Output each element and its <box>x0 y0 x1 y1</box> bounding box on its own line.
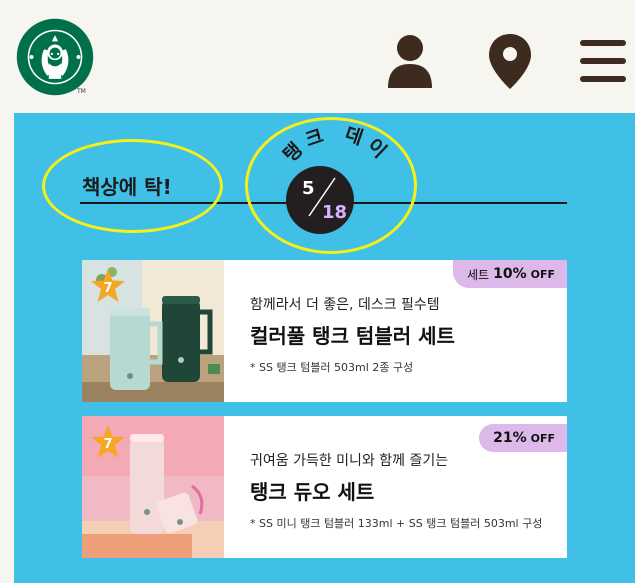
product-card-duo-set[interactable]: 7 21% OFF 귀여움 가득한 미니와 함께 즐기는 탱크 듀오 세트 * … <box>82 416 567 558</box>
trademark-mark: TM <box>77 88 86 95</box>
badge-percent: 10% <box>493 266 527 282</box>
svg-text:7: 7 <box>103 437 112 452</box>
product-info: 함께라서 더 좋은, 데스크 필수템 컬러풀 탱크 텀블러 세트 * SS 탱크… <box>250 294 560 375</box>
product-note: * SS 탱크 텀블러 503ml 2종 구성 <box>250 361 414 374</box>
rank-star-icon: 7 <box>91 269 125 302</box>
discount-badge: 21% OFF <box>479 424 567 452</box>
product-subtitle: 귀여움 가득한 미니와 함께 즐기는 <box>250 453 449 469</box>
product-card-colorful-set[interactable]: 7 세트 10% OFF 함께라서 더 좋은, 데스크 필수템 컬러풀 탱크 텀… <box>82 260 567 402</box>
badge-percent: 21% <box>493 430 527 446</box>
product-title: 탱크 듀오 세트 <box>250 480 375 504</box>
badge-off: OFF <box>530 267 555 281</box>
rank-star-icon: 7 <box>91 425 125 458</box>
discount-badge: 세트 10% OFF <box>453 260 567 288</box>
user-icon[interactable] <box>384 30 436 92</box>
location-pin-icon[interactable] <box>484 30 536 92</box>
top-header: TM <box>0 0 635 113</box>
starbucks-logo[interactable] <box>16 18 94 96</box>
product-title: 컬러풀 탱크 텀블러 세트 <box>250 324 455 348</box>
product-note: * SS 미니 탱크 텀블러 133ml + SS 탱크 텀블러 503ml 구… <box>250 517 543 530</box>
badge-off: OFF <box>530 431 555 445</box>
highlight-oval-date <box>245 117 417 254</box>
hamburger-menu-icon[interactable] <box>578 30 628 92</box>
svg-text:7: 7 <box>103 281 112 296</box>
badge-label: 세트 <box>467 267 490 282</box>
product-subtitle: 함께라서 더 좋은, 데스크 필수템 <box>250 297 440 313</box>
highlight-oval-title <box>42 139 223 233</box>
product-info: 귀여움 가득한 미니와 함께 즐기는 탱크 듀오 세트 * SS 미니 탱크 텀… <box>250 450 560 531</box>
